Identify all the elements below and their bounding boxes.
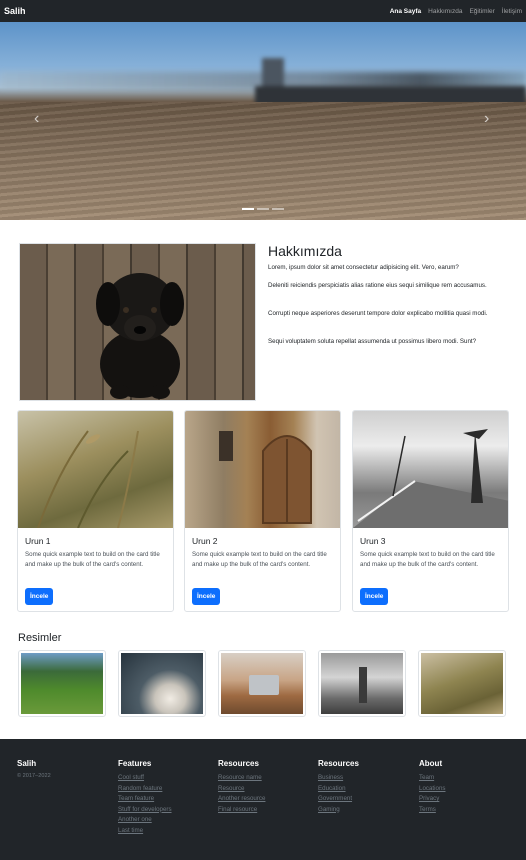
nav-links: Ana Sayfa Hakkımızda Eğitimler İletişim — [390, 8, 522, 15]
chevron-right-icon[interactable]: › — [484, 110, 489, 128]
product-card: Urun 1 Some quick example text to build … — [17, 410, 174, 612]
footer-column-about: About Team Locations Privacy Terms — [419, 759, 446, 815]
about-title: Hakkımızda — [268, 243, 342, 259]
gallery-thumbnail-field[interactable] — [418, 650, 506, 717]
carousel-indicators — [0, 208, 526, 210]
footer-link[interactable]: Terms — [419, 805, 446, 816]
carousel-indicator[interactable] — [242, 208, 254, 210]
hero-carousel: ‹ › — [0, 22, 526, 220]
nav-link-home[interactable]: Ana Sayfa — [390, 8, 421, 15]
footer-link[interactable]: Government — [318, 794, 359, 805]
door-illustration — [219, 431, 312, 524]
footer-column-resources: Resources Resource name Resource Another… — [218, 759, 265, 815]
footer-link[interactable]: Another resource — [218, 794, 265, 805]
footer-link[interactable]: Locations — [419, 784, 446, 795]
card-title: Urun 1 — [25, 536, 51, 546]
footer-column-features: Features Cool stuff Random feature Team … — [118, 759, 172, 836]
footer-column-title: Resources — [318, 759, 359, 768]
footer-column-resources-2: Resources Business Education Government … — [318, 759, 359, 815]
card-inspect-button[interactable]: İncele — [192, 588, 221, 605]
card-inspect-button[interactable]: İncele — [360, 588, 389, 605]
footer-copyright: © 2017–2022 — [17, 773, 51, 779]
footer-link[interactable]: Resource name — [218, 773, 265, 784]
about-image-dog — [19, 243, 256, 401]
card-text: Some quick example text to build on the … — [25, 551, 160, 568]
product-card: Urun 3 Some quick example text to build … — [352, 410, 509, 612]
footer-link[interactable]: Last time — [118, 826, 172, 837]
footer-link[interactable]: Team — [419, 773, 446, 784]
nav-link-contact[interactable]: İletişim — [502, 8, 522, 15]
card-inspect-button[interactable]: İncele — [25, 588, 54, 605]
footer: Salih © 2017–2022 Features Cool stuff Ra… — [0, 739, 526, 860]
chevron-left-icon[interactable]: ‹ — [34, 110, 39, 128]
product-card: Urun 2 Some quick example text to build … — [184, 410, 341, 612]
footer-column-title: Resources — [218, 759, 259, 768]
footer-link[interactable]: Random feature — [118, 784, 172, 795]
footer-link[interactable]: Final resource — [218, 805, 265, 816]
gallery-title: Resimler — [18, 632, 62, 644]
card-text: Some quick example text to build on the … — [360, 551, 495, 568]
card-text: Some quick example text to build on the … — [192, 551, 327, 568]
carousel-indicator[interactable] — [272, 208, 284, 210]
nav-link-about[interactable]: Hakkımızda — [428, 8, 462, 15]
about-paragraph: Corrupti neque asperiores deserunt tempo… — [268, 310, 488, 317]
card-title: Urun 3 — [360, 536, 386, 546]
gallery-thumbnail-grass[interactable] — [18, 650, 106, 717]
navbar-brand[interactable]: Salih — [4, 6, 26, 16]
navbar: Salih Ana Sayfa Hakkımızda Eğitimler İle… — [0, 0, 526, 22]
gallery-thumbnail-laptop[interactable] — [218, 650, 306, 717]
dog-illustration — [96, 273, 184, 399]
footer-brand-column: Salih © 2017–2022 — [17, 759, 51, 779]
footer-link[interactable]: Stuff for developers — [118, 805, 172, 816]
card-image-field — [18, 411, 173, 529]
gallery-thumbnail-lighthouse[interactable] — [318, 650, 406, 717]
carousel-indicator[interactable] — [257, 208, 269, 210]
gallery-thumbnail-clouds[interactable] — [118, 650, 206, 717]
pier-illustration — [353, 429, 508, 528]
grass-illustration — [37, 430, 139, 529]
card-image-door — [185, 411, 340, 528]
footer-link[interactable]: Team feature — [118, 794, 172, 805]
footer-column-title: Features — [118, 759, 152, 768]
footer-link[interactable]: Gaming — [318, 805, 359, 816]
nav-link-courses[interactable]: Eğitimler — [469, 8, 494, 15]
about-paragraph: Sequi voluptatem soluta repellat assumen… — [268, 338, 477, 345]
footer-link[interactable]: Resource — [218, 784, 265, 795]
footer-link[interactable]: Education — [318, 784, 359, 795]
about-paragraph: Lorem, ipsum dolor sit amet consectetur … — [268, 264, 459, 271]
footer-brand: Salih — [17, 759, 37, 768]
hero-boardwalk — [0, 102, 526, 220]
about-paragraph: Deleniti reiciendis perspiciatis alias r… — [268, 282, 487, 289]
footer-link[interactable]: Privacy — [419, 794, 446, 805]
card-image-pier — [353, 411, 508, 528]
footer-column-title: About — [419, 759, 443, 768]
footer-link[interactable]: Another one — [118, 815, 172, 826]
footer-link[interactable]: Business — [318, 773, 359, 784]
footer-link[interactable]: Cool stuff — [118, 773, 172, 784]
card-title: Urun 2 — [192, 536, 218, 546]
